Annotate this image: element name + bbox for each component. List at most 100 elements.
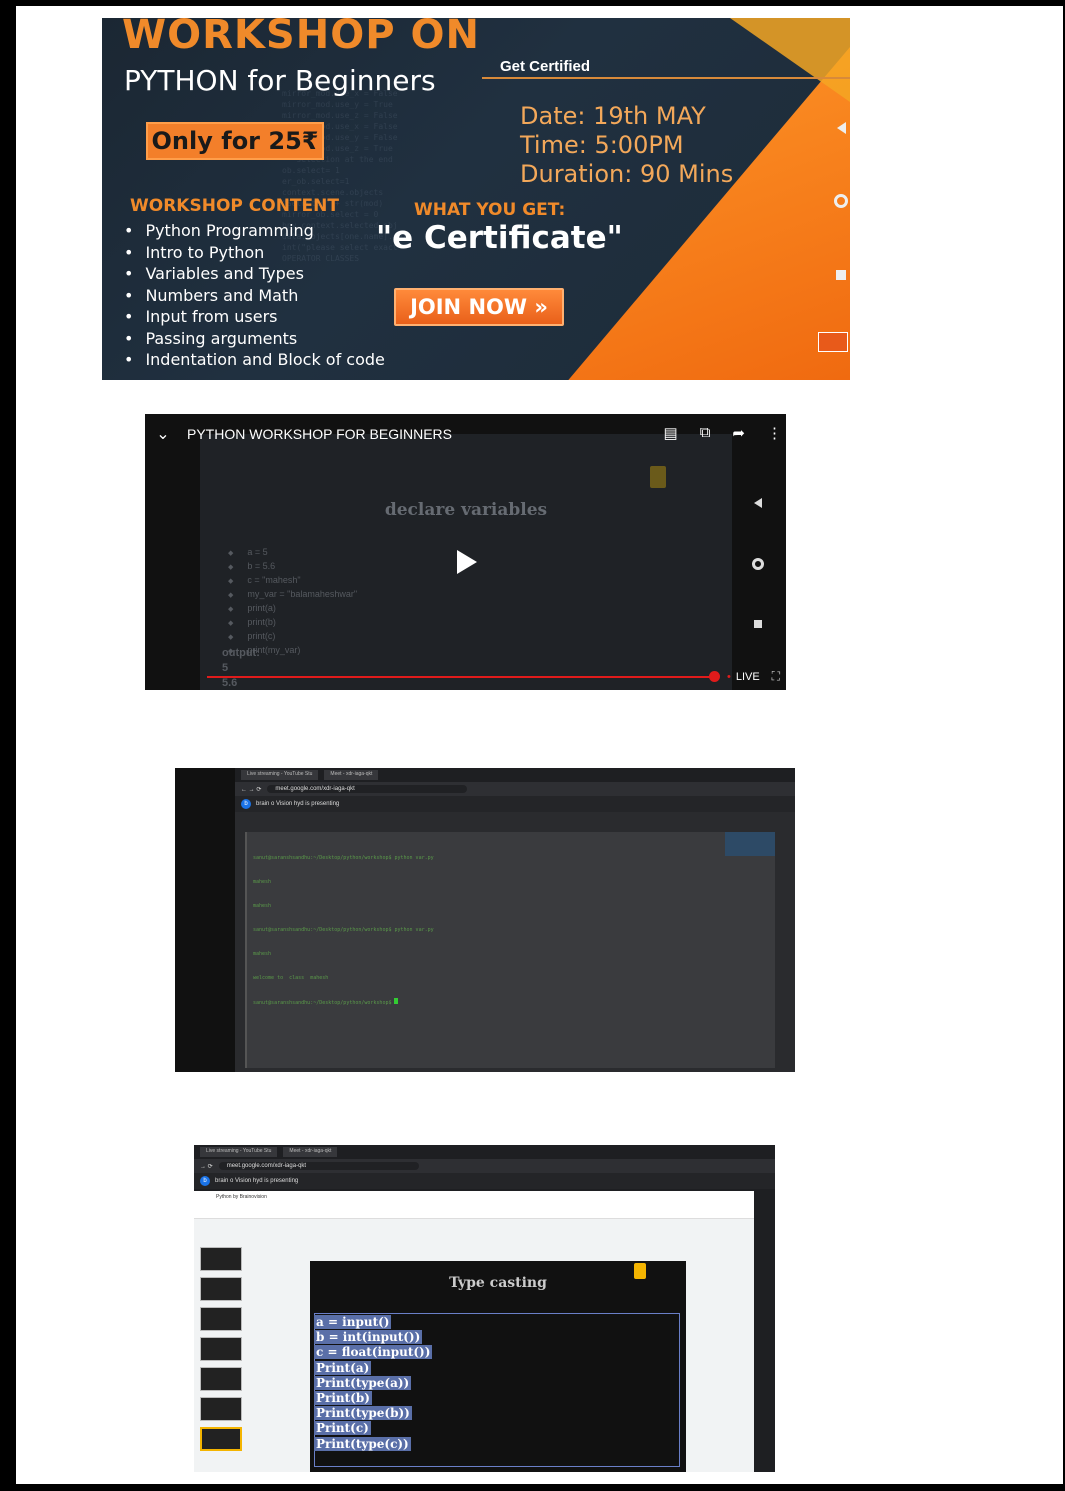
slide-code-list: a = 5 b = 5.6 c = "mahesh" my_var = "bal… (228, 546, 357, 658)
nav-arrows-icon[interactable]: ← → ⟳ (241, 786, 261, 793)
meet-slides-screenshot: Live streaming - YouTube Stu Meet - xdr-… (194, 1145, 775, 1472)
chevron-down-icon[interactable]: ⌄ (145, 424, 181, 444)
terminal-line: sanut@saranshsandhu:~/Desktop/python/wor… (253, 855, 434, 861)
output-label: output: (222, 647, 260, 659)
code-line: print(c) (228, 630, 357, 644)
event-duration: Duration: 90 Mins (520, 160, 734, 188)
content-item: Passing arguments (124, 328, 385, 350)
slide-thumbnail[interactable] (200, 1277, 242, 1301)
get-certified-label: Get Certified (482, 58, 850, 79)
event-details: Date: 19th MAY Time: 5:00PM Duration: 90… (520, 102, 733, 189)
content-item: Intro to Python (124, 242, 385, 264)
slides-toolbar: Python by Brainovision (194, 1191, 754, 1219)
slide-thumbnail[interactable] (200, 1307, 242, 1331)
terminal-window[interactable]: sanut@saranshsandhu:~/Desktop/python/wor… (245, 832, 775, 1068)
page: mirror_mod.use_x = False mirror_mod.use_… (16, 6, 1063, 1484)
slide-thumbnails (200, 1247, 246, 1457)
home-nav-icon[interactable] (834, 194, 848, 208)
terminal-cursor (394, 998, 399, 1004)
workshop-content-title: WORKSHOP CONTENT (130, 196, 339, 216)
presenting-bar: b brain o Vision hyd is presenting (235, 796, 795, 812)
exit-fullscreen-icon[interactable]: ⛶ (772, 669, 780, 684)
meet-terminal-screenshot: Live streaming - YouTube Stu Meet - xdr-… (175, 768, 795, 1072)
code-line: a = 5 (228, 546, 357, 560)
code-line: c = "mahesh" (228, 574, 357, 588)
content-item: Input from users (124, 306, 385, 328)
url-field[interactable]: meet.google.com/xdr-iaga-qkt (218, 1162, 419, 1170)
content-item: Variables and Types (124, 263, 385, 285)
home-nav-icon[interactable] (752, 558, 764, 570)
avatar: b (241, 799, 251, 809)
slide-title: Type casting (449, 1275, 547, 1291)
browser-tabs: Live streaming - YouTube Stu Meet - xdr-… (194, 1145, 775, 1159)
terminal-line: welcome to class mahesh (253, 975, 329, 981)
slide-canvas[interactable]: Type casting a = input() b = int(input()… (310, 1261, 686, 1472)
video-title: PYTHON WORKSHOP FOR BEGINNERS (187, 426, 452, 442)
video-top-icons: ▤ ⧉ ➦ ⋮ (664, 424, 782, 442)
terminal-line: mahesh (253, 903, 272, 909)
brand-logo (650, 466, 666, 488)
presenting-bar: b brain o Vision hyd is presenting (194, 1173, 775, 1189)
slide-thumbnail[interactable] (200, 1247, 242, 1271)
address-bar: → ⟳ meet.google.com/xdr-iaga-qkt (194, 1159, 775, 1173)
presenting-label: brain o Vision hyd is presenting (215, 1178, 299, 1184)
content-item: Indentation and Block of code (124, 349, 384, 371)
terminal-line: sanut@saranshsandhu:~/Desktop/python/wor… (253, 927, 434, 933)
code-line: Print(b) (314, 1391, 372, 1406)
poster-subhead: PYTHON for Beginners (124, 64, 436, 97)
code-line: b = 5.6 (228, 560, 357, 574)
play-icon[interactable] (457, 550, 477, 574)
slide-title: declare variables (384, 500, 548, 520)
content-item: Python Programming (124, 220, 385, 242)
youtube-video-player[interactable]: declare variables a = 5 b = 5.6 c = "mah… (145, 414, 786, 690)
address-bar: ← → ⟳ meet.google.com/xdr-iaga-qkt (235, 782, 795, 796)
output-line: 5.6 (222, 677, 238, 689)
url-field[interactable]: meet.google.com/xdr-iaga-qkt (267, 785, 468, 793)
terminal-line: mahesh (253, 951, 272, 957)
code-line: a = input() (314, 1315, 392, 1329)
nav-arrows-icon[interactable]: → ⟳ (200, 1163, 213, 1170)
code-line: print(b) (228, 616, 357, 630)
browser-tab[interactable]: Meet - xdr-iaga-qkt (324, 770, 379, 780)
code-line: b = int(input()) (314, 1330, 423, 1345)
browser-tab[interactable]: Live streaming - YouTube Stu (200, 1147, 278, 1157)
code-line: Print(c) (314, 1421, 371, 1436)
event-date: Date: 19th MAY (520, 102, 706, 130)
terminal-output: sanut@saranshsandhu:~/Desktop/python/wor… (253, 838, 434, 1023)
progress-bar[interactable] (207, 676, 715, 678)
price-badge: Only for 25₹ (146, 122, 324, 160)
browser-tabs: Live streaming - YouTube Stu Meet - xdr-… (235, 768, 795, 782)
poster-headline: WORKSHOP ON (122, 18, 480, 58)
presenting-label: brain o Vision hyd is presenting (256, 801, 340, 807)
slide-thumbnail[interactable] (200, 1337, 242, 1361)
chat-icon[interactable]: ▤ (664, 424, 678, 442)
browser-tab[interactable]: Live streaming - YouTube Stu (241, 770, 319, 780)
code-line: print(a) (228, 602, 357, 616)
corner-badge (818, 332, 848, 352)
progress-scrubber[interactable] (709, 671, 720, 682)
slide-thumbnail-selected[interactable] (200, 1427, 242, 1451)
browser-window: Live streaming - YouTube Stu Meet - xdr-… (235, 768, 795, 1072)
recents-nav-icon[interactable] (836, 270, 846, 280)
slide-output: output: 5 5.6 mahesh (222, 646, 264, 690)
e-certificate-label: "e Certificate" (376, 220, 623, 256)
avatar: b (200, 1176, 210, 1186)
share-icon[interactable]: ➦ (732, 424, 745, 442)
what-you-get-title: WHAT YOU GET: (414, 200, 566, 220)
browser-tab[interactable]: Meet - xdr-iaga-qkt (283, 1147, 338, 1157)
slide-thumbnail[interactable] (200, 1397, 242, 1421)
terminal-line: mahesh (253, 879, 272, 885)
terminal-highlight (725, 832, 775, 856)
join-now-button[interactable]: JOIN NOW » (394, 288, 564, 326)
add-to-queue-icon[interactable]: ⧉ (700, 424, 711, 442)
more-vert-icon[interactable]: ⋮ (767, 424, 782, 442)
slide-code: a = input() b = int(input()) c = float(i… (314, 1315, 433, 1452)
content-item: Numbers and Math (124, 285, 385, 307)
code-line: Print(type(c)) (314, 1436, 411, 1451)
back-nav-icon[interactable] (837, 122, 846, 134)
back-nav-icon[interactable] (754, 498, 762, 508)
workshop-poster: mirror_mod.use_x = False mirror_mod.use_… (102, 18, 850, 380)
slide-thumbnail[interactable] (200, 1367, 242, 1391)
terminal-line: sanut@saranshsandhu:~/Desktop/python/wor… (253, 1000, 395, 1006)
recents-nav-icon[interactable] (754, 620, 762, 628)
